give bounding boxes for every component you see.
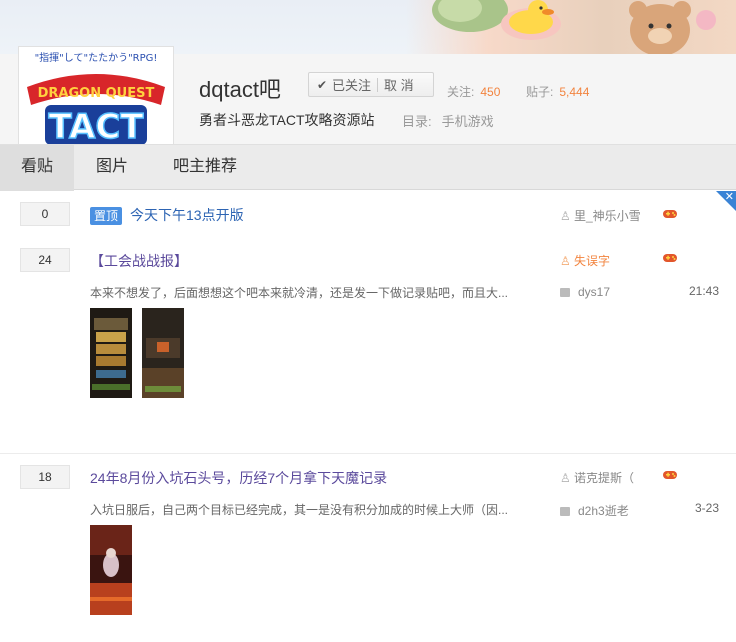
thread-abstract: 本来不想发了，后面想想这个吧本来就冷清，还是发一下做记录贴吧，而且大...: [90, 286, 509, 300]
post-count: 贴子: 5,444: [526, 83, 589, 100]
reply-count: 24: [20, 248, 70, 272]
thread-thumbnail[interactable]: [90, 308, 132, 398]
thread-title-link[interactable]: 24年8月份入坑石头号，历经7个月拿下天魔记录: [90, 468, 387, 488]
comment-icon: [560, 288, 570, 298]
author-name: 失误字: [574, 254, 611, 268]
tab-posts[interactable]: 看贴: [0, 145, 74, 191]
last-replier[interactable]: d2h3逝老: [560, 502, 629, 519]
last-replier-name: dys17: [578, 285, 611, 299]
pinned-badge: 置顶: [90, 207, 123, 225]
follow-count-value: 450: [480, 85, 501, 99]
banner-duck-art: [501, 0, 561, 40]
last-reply-time: 3-23: [694, 501, 719, 515]
tab-images[interactable]: 图片: [78, 145, 146, 191]
thread-thumbnail[interactable]: [90, 525, 132, 615]
thread-title-text: 今天下午13点开版: [130, 207, 244, 223]
tab-bar: 看贴 图片 吧主推荐: [0, 144, 736, 191]
follow-status-button[interactable]: ✔ 已关注 取 消: [308, 72, 434, 97]
banner-bear-art: [629, 1, 716, 54]
thread-author[interactable]: ♙ 里_神乐小雪: [560, 207, 641, 224]
last-reply-time: 21:43: [688, 284, 719, 298]
comment-icon: [560, 507, 570, 517]
user-icon: ♙: [560, 209, 571, 223]
author-name: 诺克提斯（: [574, 471, 635, 485]
thread-author[interactable]: ♙ 诺克提斯（: [560, 469, 634, 486]
check-icon: ✔: [316, 77, 328, 92]
follow-count: 关注: 450: [447, 83, 500, 100]
thread-abstract: 入坑日服后，自己两个目标已经完成，其一是没有积分加成的时候上大师（因...: [90, 503, 509, 517]
svg-text:"指揮"して"たたかう"RPG!: "指揮"して"たたかう"RPG!: [35, 51, 158, 64]
svg-text:TACT: TACT: [48, 107, 144, 147]
thread-divider: [0, 453, 736, 454]
last-replier-name: d2h3逝老: [578, 504, 629, 518]
directory-link[interactable]: 手机游戏: [442, 114, 494, 129]
user-icon: ♙: [560, 254, 571, 268]
last-replier[interactable]: dys17: [560, 285, 610, 299]
thread-title-link[interactable]: 【工会战战报】: [90, 251, 188, 271]
unfollow-button[interactable]: 取 消: [384, 75, 414, 94]
button-separator: [377, 77, 379, 92]
thread-thumbnail[interactable]: [142, 308, 184, 398]
followed-label: 已关注: [332, 78, 372, 93]
forum-slogan: 勇者斗恶龙TACT攻略资源站: [199, 112, 375, 128]
game-controller-icon[interactable]: [662, 252, 678, 264]
game-controller-icon[interactable]: [662, 208, 678, 220]
game-controller-icon[interactable]: [662, 469, 678, 481]
forum-header: "指揮"して"たたかう"RPG! DRAGON QUEST TACT dqtac…: [0, 46, 736, 180]
post-count-value: 5,444: [559, 85, 590, 99]
user-icon: ♙: [560, 471, 571, 485]
forum-title[interactable]: dqtact吧: [199, 72, 281, 104]
svg-text:DRAGON QUEST: DRAGON QUEST: [38, 86, 155, 101]
tab-moderator-picks[interactable]: 吧主推荐: [160, 145, 250, 191]
thread-title-link[interactable]: 置顶 今天下午13点开版: [90, 205, 244, 225]
close-icon[interactable]: ✕: [725, 190, 734, 203]
directory: 目录: 手机游戏: [402, 111, 494, 130]
reply-count: 0: [20, 202, 70, 226]
directory-label: 目录:: [402, 114, 432, 129]
author-name: 里_神乐小雪: [574, 209, 641, 223]
reply-count: 18: [20, 465, 70, 489]
thread-author[interactable]: ♙ 失误字: [560, 252, 610, 269]
follow-count-label: 关注:: [447, 85, 475, 99]
post-count-label: 贴子:: [526, 85, 554, 99]
